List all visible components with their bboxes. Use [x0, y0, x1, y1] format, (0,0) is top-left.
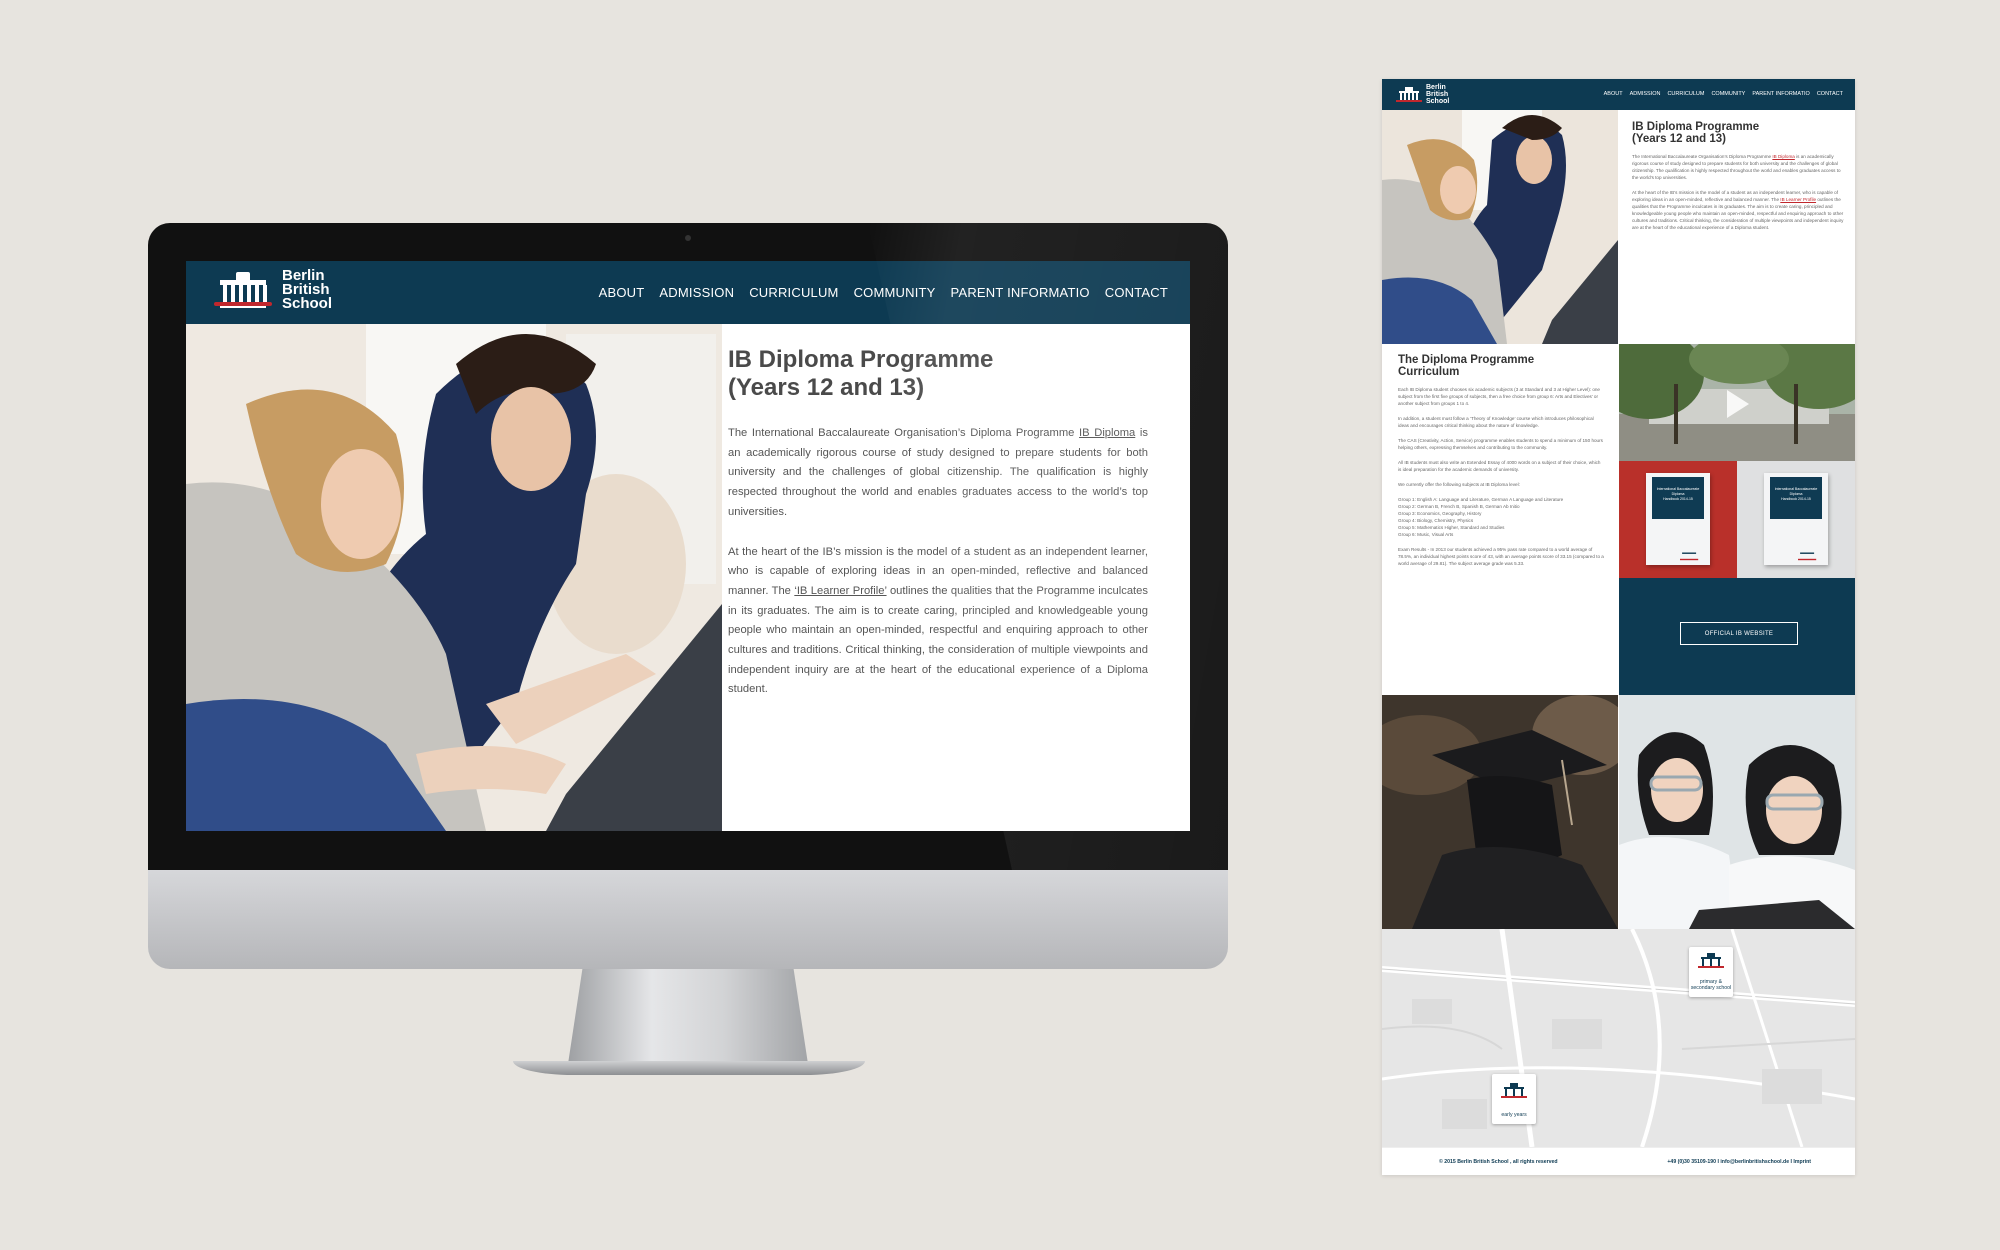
intro-paragraph: The International Baccalaureate Organisa…: [1632, 154, 1841, 180]
fullpage-navbar: Berlin British School ABOUT ADMISSION CU…: [1382, 79, 1855, 110]
campus-photo: [1619, 344, 1855, 461]
curriculum-title: The Diploma Programme Curriculum: [1398, 354, 1535, 378]
school-map[interactable]: primary & secondary school early years: [1382, 929, 1855, 1147]
nav-parent-information[interactable]: PARENT INFORMATIO: [1752, 91, 1809, 97]
students-photo-small: [1382, 110, 1618, 344]
intro-section: IB Diploma Programme (Years 12 and 13) Th…: [1632, 121, 1844, 231]
nav-parent-information[interactable]: PARENT INFORMATIO: [951, 285, 1090, 300]
nav-community[interactable]: COMMUNITY: [1711, 91, 1745, 97]
nav-admission[interactable]: ADMISSION: [1630, 91, 1661, 97]
imac-chin: [148, 870, 1228, 969]
nav-community[interactable]: COMMUNITY: [854, 285, 936, 300]
learner-profile-link[interactable]: ‘IB Learner Profile’: [794, 585, 886, 597]
fullpage-menu: ABOUT ADMISSION CURRICULUM COMMUNITY PAR…: [1604, 91, 1843, 97]
essay-paragraph: All IB students must also write an Exten…: [1398, 460, 1601, 472]
logo-text: Berlin British School: [282, 267, 333, 312]
imac-mockup: Berlin British School ABOUT ADMISSION CU…: [148, 223, 1228, 1075]
lab-students-photo: [1619, 695, 1855, 929]
nav-curriculum[interactable]: CURRICULUM: [749, 285, 838, 300]
fullpage-mockup: Berlin British School ABOUT ADMISSION CU…: [1382, 79, 1855, 1175]
school-logo[interactable]: Berlin British School: [214, 267, 352, 312]
graduation-photo: [1382, 695, 1618, 929]
nav-contact[interactable]: CONTACT: [1105, 285, 1168, 300]
list-item: Group 3: Economics, Geography, History: [1398, 511, 1482, 516]
nav-contact[interactable]: CONTACT: [1817, 91, 1843, 97]
nav-curriculum[interactable]: CURRICULUM: [1667, 91, 1704, 97]
camera-icon: [685, 235, 691, 241]
section-title: IB Diploma Programme (Years 12 and 13): [1632, 121, 1760, 145]
logo-icon: [1680, 549, 1699, 562]
desktop-screen: Berlin British School ABOUT ADMISSION CU…: [186, 261, 1190, 831]
imac-stand: [568, 969, 808, 1064]
handbook-tile-grey: International Baccalaureate Diploma Handb…: [1737, 461, 1855, 578]
list-item: Group 2: German B, French B, Spanish B, …: [1398, 504, 1520, 509]
imac-foot: [513, 1061, 865, 1075]
contact-info[interactable]: +49 (0)30 35109-190 I info@berlinbritish…: [1667, 1159, 1811, 1165]
ib-diploma-link[interactable]: IB Diploma: [1079, 427, 1135, 439]
nav-about[interactable]: ABOUT: [599, 285, 645, 300]
brandenburg-gate-icon: [1501, 1082, 1527, 1100]
map-pin-early-years[interactable]: early years: [1492, 1074, 1536, 1124]
desktop-content: IB Diploma Programme (Years 12 and 13) T…: [728, 346, 1148, 720]
handbook-tile-red: International Baccalaureate Diploma Handb…: [1619, 461, 1737, 578]
subject-groups: Group 1: English A: Language and Literat…: [1398, 496, 1604, 538]
ib-diploma-link[interactable]: IB Diploma: [1772, 154, 1794, 159]
tok-paragraph: In addition, a student must follow a ‘Th…: [1398, 416, 1594, 428]
body-text: The International Baccalaureate Organisa…: [728, 424, 1148, 700]
curriculum-section: The Diploma Programme Curriculum Each IB …: [1398, 354, 1604, 567]
desktop-navbar: Berlin British School ABOUT ADMISSION CU…: [186, 261, 1190, 324]
site-footer: © 2015 Berlin British School , all right…: [1382, 1147, 1855, 1175]
cas-paragraph: The CAS (Creativity, Action, Service) pr…: [1398, 438, 1603, 450]
nav-about[interactable]: ABOUT: [1604, 91, 1623, 97]
mission-paragraph: At the heart of the IB’s mission is the …: [1632, 190, 1844, 230]
list-item: Group 1: English A: Language and Literat…: [1398, 497, 1564, 502]
handbook-cover[interactable]: International Baccalaureate Diploma Handb…: [1646, 473, 1710, 565]
subjects-intro: We currently offer the following subject…: [1398, 482, 1520, 487]
handbook-cover[interactable]: International Baccalaureate Diploma Handb…: [1764, 473, 1828, 565]
imac-bezel: Berlin British School ABOUT ADMISSION CU…: [148, 223, 1228, 870]
learner-profile-link[interactable]: IB Learner Profile: [1780, 197, 1816, 202]
brandenburg-gate-icon: [1396, 86, 1422, 104]
list-item: Group 4: Biology, Chemistry, Physics: [1398, 518, 1474, 523]
official-ib-website-button[interactable]: OFFICIAL IB WEBSITE: [1680, 622, 1798, 645]
school-logo-small[interactable]: Berlin British School: [1396, 84, 1456, 105]
curriculum-paragraph: Each IB Diploma student chooses six acad…: [1398, 387, 1600, 406]
brandenburg-gate-icon: [214, 270, 272, 310]
copyright-text: © 2015 Berlin British School , all right…: [1439, 1159, 1558, 1165]
mission-paragraph: At the heart of the IB’s mission is the …: [728, 545, 1148, 696]
desktop-menu: ABOUT ADMISSION CURRICULUM COMMUNITY PAR…: [599, 285, 1168, 300]
exam-results: Exam Results - In 2013 our students achi…: [1398, 547, 1604, 566]
brandenburg-gate-icon: [1698, 952, 1724, 970]
list-item: Group 5: Mathematics Higher, Standard an…: [1398, 525, 1505, 530]
nav-admission[interactable]: ADMISSION: [659, 285, 734, 300]
page-title: IB Diploma Programme (Years 12 and 13): [728, 346, 994, 401]
map-pin-primary-secondary[interactable]: primary & secondary school: [1689, 947, 1733, 997]
logo-text: Berlin British School: [1426, 84, 1450, 105]
students-photo: [186, 324, 722, 831]
list-item: Group 6: Music, Visual Arts: [1398, 532, 1454, 537]
intro-paragraph: The International Baccalaureate Organisa…: [728, 427, 1149, 518]
logo-icon: [1798, 549, 1817, 562]
